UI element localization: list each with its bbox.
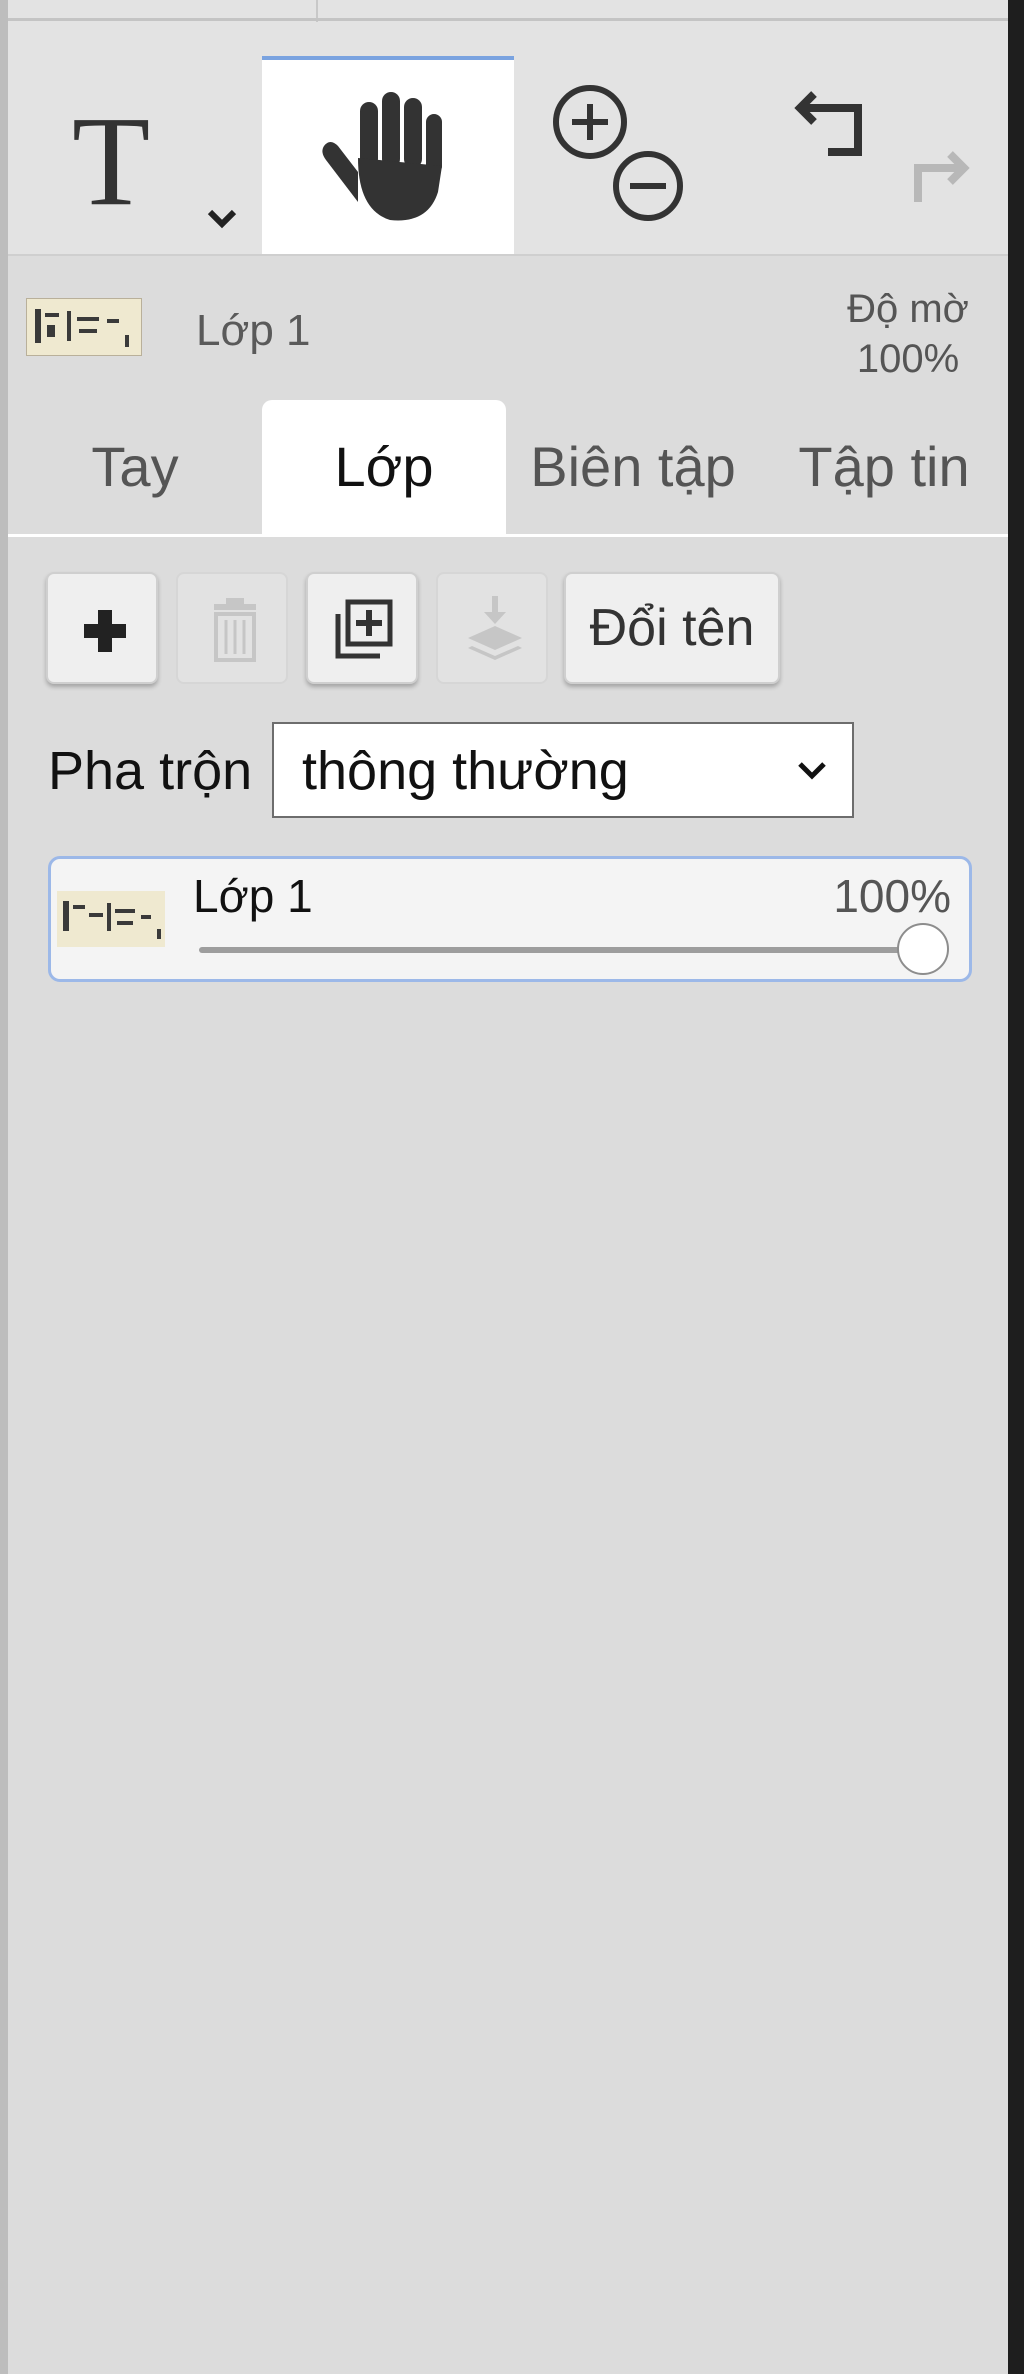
zoom-tool-button[interactable]	[514, 56, 762, 254]
opacity-readout: Độ mờ 100%	[798, 284, 1018, 384]
tab-bien-tap[interactable]: Biên tập	[506, 400, 760, 534]
add-layer-button[interactable]	[46, 572, 158, 684]
hand-icon	[322, 92, 442, 221]
opacity-label: Độ mờ	[847, 287, 969, 331]
tool-bar: T	[8, 56, 1008, 256]
merge-down-icon	[468, 596, 522, 660]
chevron-down-icon	[798, 762, 826, 780]
top-rule	[8, 18, 1008, 21]
duplicate-layer-button[interactable]	[306, 572, 418, 684]
rename-layer-button[interactable]: Đổi tên	[564, 572, 780, 684]
rename-label: Đổi tên	[589, 599, 755, 657]
layer-name: Lớp 1	[193, 870, 313, 922]
layer-thumbnail	[57, 891, 165, 947]
undo-redo-tool[interactable]	[762, 56, 1008, 254]
opacity-value: 100%	[856, 337, 960, 381]
tab-tap-tin[interactable]: Tập tin	[760, 400, 1008, 534]
tab-lop[interactable]: Lớp	[262, 400, 506, 534]
plus-icon	[84, 610, 126, 652]
trash-icon	[214, 598, 256, 662]
merge-down-button[interactable]	[436, 572, 548, 684]
tab-tay[interactable]: Tay	[8, 400, 262, 534]
zoom-in-out-icon	[553, 85, 683, 221]
blend-mode-value: thông thường	[302, 741, 629, 801]
blend-mode-select[interactable]: thông thường	[272, 722, 854, 818]
layer-thumbnail	[26, 298, 142, 356]
current-layer-name: Lớp 1	[196, 306, 311, 355]
duplicate-layer-icon	[335, 599, 393, 659]
layer-list-item[interactable]: Lớp 1 100%	[48, 856, 972, 982]
panel-tabs: Tay Lớp Biên tập Tập tin	[8, 400, 1008, 537]
layer-opacity-value: 100%	[833, 870, 951, 922]
opacity-slider-track[interactable]	[199, 947, 923, 953]
left-border	[0, 0, 8, 2374]
blend-mode-label: Pha trộn	[48, 741, 253, 801]
chevron-down-icon[interactable]	[8, 56, 262, 254]
opacity-slider-thumb[interactable]	[897, 923, 949, 975]
redo-icon[interactable]	[762, 56, 1008, 254]
delete-layer-button[interactable]	[176, 572, 288, 684]
pan-tool-button[interactable]	[262, 56, 514, 254]
text-tool-button[interactable]: T	[8, 56, 262, 254]
top-panel-strip	[8, 0, 1008, 56]
current-layer-info: Lớp 1 Độ mờ 100%	[8, 256, 1008, 386]
